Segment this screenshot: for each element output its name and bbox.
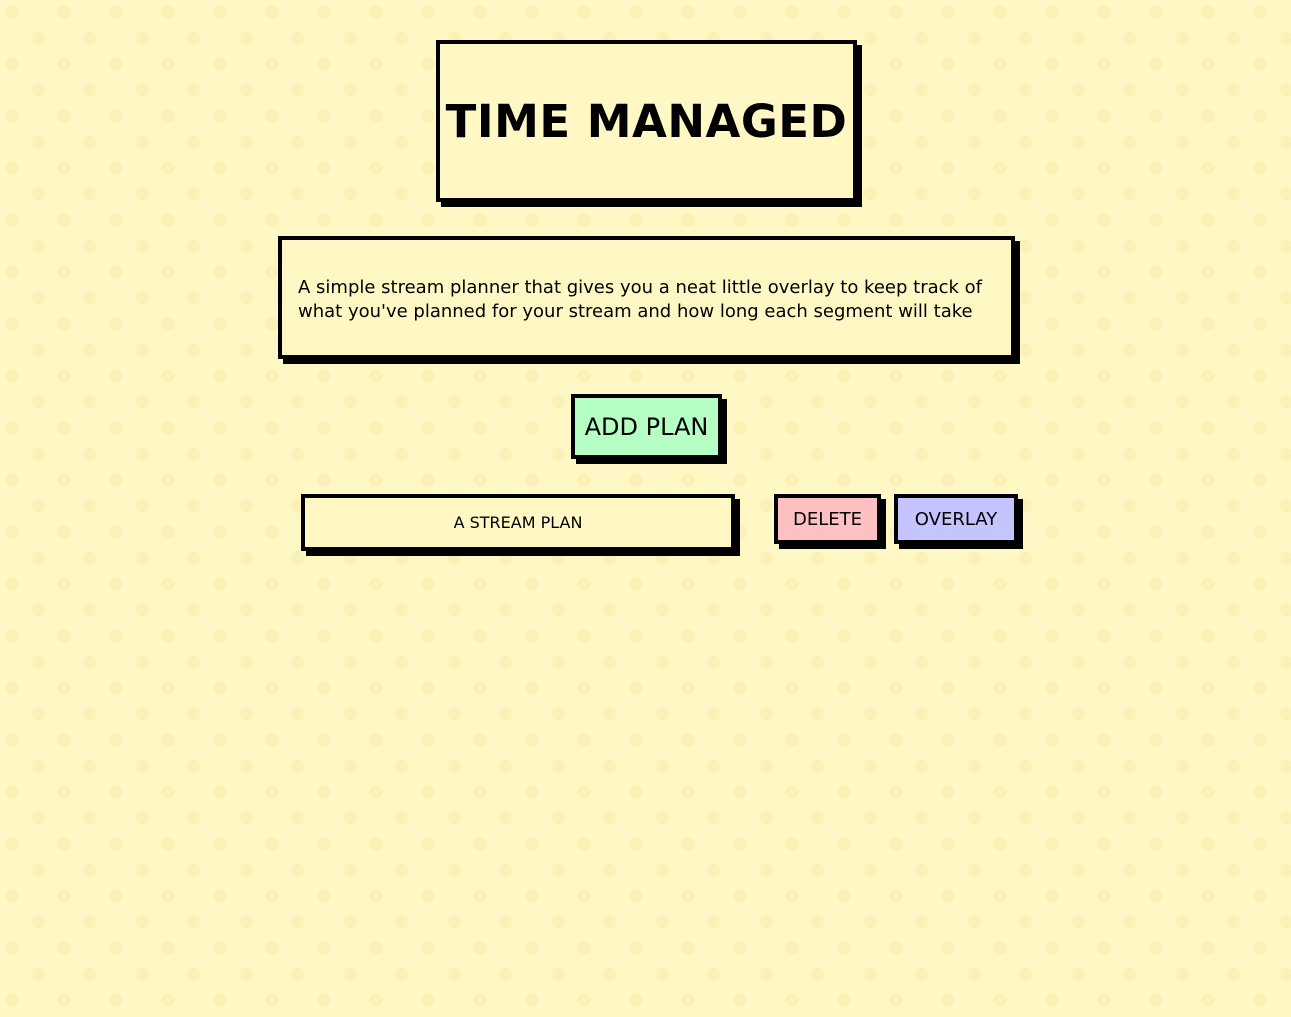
plan-item[interactable]: A STREAM PLAN [301, 494, 735, 551]
delete-plan-button[interactable]: DELETE [774, 494, 881, 544]
title-card: TIME MANAGED [436, 40, 857, 202]
description-card: A simple stream planner that gives you a… [278, 236, 1015, 359]
add-plan-button[interactable]: ADD PLAN [571, 394, 722, 459]
page-title: TIME MANAGED [445, 94, 848, 148]
overlay-plan-button[interactable]: OVERLAY [894, 494, 1018, 544]
app-description: A simple stream planner that gives you a… [298, 277, 983, 322]
